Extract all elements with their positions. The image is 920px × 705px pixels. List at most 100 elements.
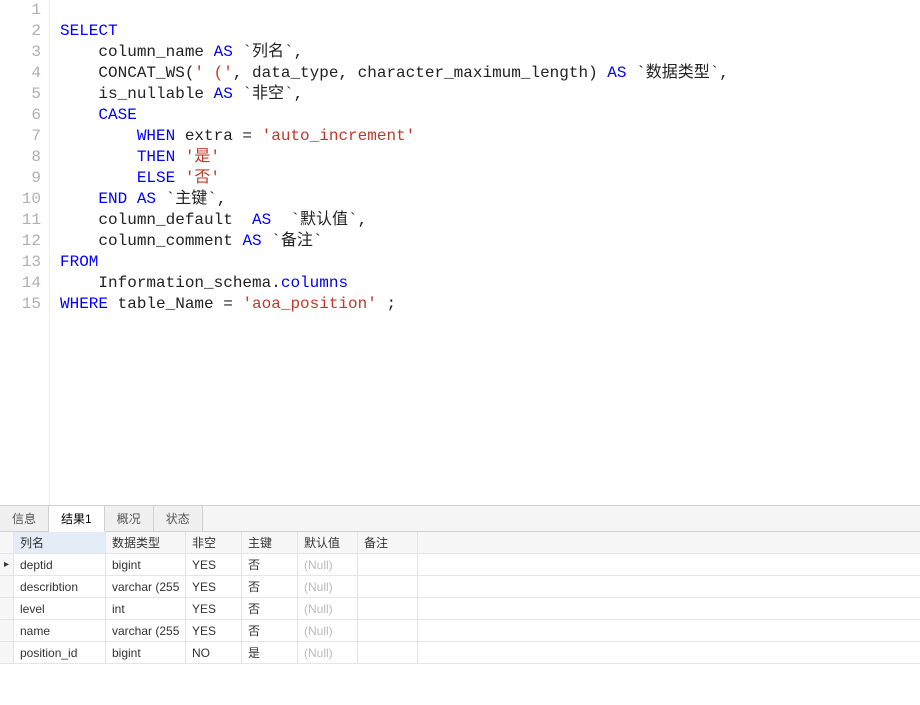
- grid-cell[interactable]: (Null): [298, 642, 358, 663]
- grid-header-row: 列名数据类型非空主键默认值备注: [0, 532, 920, 554]
- code-token: , data_type, character_maximum_length): [233, 64, 607, 82]
- grid-cell[interactable]: int: [106, 598, 186, 619]
- code-line[interactable]: END AS `主键`,: [60, 189, 920, 210]
- grid-cell[interactable]: 否: [242, 620, 298, 641]
- code-area[interactable]: SELECT column_name AS `列名`, CONCAT_WS(' …: [50, 0, 920, 315]
- code-line[interactable]: is_nullable AS `非空`,: [60, 84, 920, 105]
- grid-cell[interactable]: [358, 576, 418, 597]
- code-token: column_default: [60, 211, 252, 229]
- grid-cell[interactable]: [358, 554, 418, 575]
- results-tab[interactable]: 状态: [154, 505, 203, 531]
- code-line[interactable]: [60, 0, 920, 21]
- grid-cell[interactable]: (Null): [298, 554, 358, 575]
- code-token: AS: [242, 232, 261, 250]
- code-token: '是': [185, 148, 220, 166]
- grid-cell[interactable]: [358, 598, 418, 619]
- grid-header-cell[interactable]: 备注: [358, 532, 418, 553]
- code-line[interactable]: column_comment AS `备注`: [60, 231, 920, 252]
- row-marker: [0, 576, 14, 597]
- grid-cell[interactable]: describtion: [14, 576, 106, 597]
- code-token: 'auto_increment': [262, 127, 416, 145]
- line-number: 12: [0, 231, 49, 252]
- grid-cell[interactable]: varchar (255: [106, 576, 186, 597]
- code-token: table_Name =: [108, 295, 242, 313]
- grid-cell[interactable]: position_id: [14, 642, 106, 663]
- grid-cell[interactable]: 是: [242, 642, 298, 663]
- line-number: 15: [0, 294, 49, 315]
- grid-cell[interactable]: (Null): [298, 576, 358, 597]
- grid-cell[interactable]: varchar (255: [106, 620, 186, 641]
- grid-header-cell[interactable]: 非空: [186, 532, 242, 553]
- code-line[interactable]: CASE: [60, 105, 920, 126]
- grid-cell[interactable]: bigint: [106, 554, 186, 575]
- code-token: `非空`,: [233, 85, 303, 103]
- grid-cell[interactable]: (Null): [298, 620, 358, 641]
- code-line[interactable]: Information_schema.columns: [60, 273, 920, 294]
- code-token: columns: [281, 274, 348, 292]
- grid-cell[interactable]: level: [14, 598, 106, 619]
- grid-cell[interactable]: NO: [186, 642, 242, 663]
- code-token: [175, 169, 185, 187]
- grid-cell[interactable]: bigint: [106, 642, 186, 663]
- code-line[interactable]: SELECT: [60, 21, 920, 42]
- grid-header-cell[interactable]: 默认值: [298, 532, 358, 553]
- grid-cell[interactable]: [358, 642, 418, 663]
- code-token: AS: [214, 85, 233, 103]
- grid-header-cell[interactable]: 列名: [14, 532, 106, 553]
- code-token: ' (': [194, 64, 232, 82]
- grid-cell[interactable]: name: [14, 620, 106, 641]
- code-token: [60, 190, 98, 208]
- code-token: column_name: [60, 43, 214, 61]
- table-row[interactable]: namevarchar (255YES否(Null): [0, 620, 920, 642]
- code-token: [60, 127, 137, 145]
- code-token: CASE: [98, 106, 136, 124]
- grid-cell[interactable]: [358, 620, 418, 641]
- code-line[interactable]: CONCAT_WS(' (', data_type, character_max…: [60, 63, 920, 84]
- code-line[interactable]: WHEN extra = 'auto_increment': [60, 126, 920, 147]
- code-line[interactable]: FROM: [60, 252, 920, 273]
- grid-cell[interactable]: (Null): [298, 598, 358, 619]
- table-row[interactable]: describtionvarchar (255YES否(Null): [0, 576, 920, 598]
- grid-cell[interactable]: 否: [242, 598, 298, 619]
- code-token: `默认值`,: [271, 211, 367, 229]
- results-tab[interactable]: 概况: [105, 505, 154, 531]
- results-grid: 列名数据类型非空主键默认值备注 deptidbigintYES否(Null)de…: [0, 532, 920, 664]
- line-number: 4: [0, 63, 49, 84]
- table-row[interactable]: deptidbigintYES否(Null): [0, 554, 920, 576]
- code-token: [127, 190, 137, 208]
- grid-cell[interactable]: YES: [186, 554, 242, 575]
- results-panel: 信息结果1概况状态 列名数据类型非空主键默认值备注 deptidbigintYE…: [0, 505, 920, 664]
- results-tab[interactable]: 信息: [0, 505, 49, 531]
- grid-cell[interactable]: 否: [242, 554, 298, 575]
- table-row[interactable]: levelintYES否(Null): [0, 598, 920, 620]
- results-tab[interactable]: 结果1: [49, 505, 105, 532]
- sql-editor[interactable]: 123456789101112131415 SELECT column_name…: [0, 0, 920, 505]
- code-token: Information_schema.: [60, 274, 281, 292]
- code-line[interactable]: column_name AS `列名`,: [60, 42, 920, 63]
- line-number: 3: [0, 42, 49, 63]
- grid-header-cell[interactable]: 主键: [242, 532, 298, 553]
- code-token: ;: [377, 295, 396, 313]
- line-number: 10: [0, 189, 49, 210]
- code-line[interactable]: column_default AS `默认值`,: [60, 210, 920, 231]
- code-token: [175, 148, 185, 166]
- code-token: is_nullable: [60, 85, 214, 103]
- line-number: 13: [0, 252, 49, 273]
- grid-cell[interactable]: YES: [186, 620, 242, 641]
- line-number: 14: [0, 273, 49, 294]
- code-token: `数据类型`,: [627, 64, 729, 82]
- line-number: 2: [0, 21, 49, 42]
- row-marker-header: [0, 532, 14, 553]
- grid-header-cell[interactable]: 数据类型: [106, 532, 186, 553]
- grid-cell[interactable]: YES: [186, 576, 242, 597]
- grid-cell[interactable]: YES: [186, 598, 242, 619]
- table-row[interactable]: position_idbigintNO是(Null): [0, 642, 920, 664]
- code-line[interactable]: THEN '是': [60, 147, 920, 168]
- row-marker: [0, 554, 14, 575]
- grid-cell[interactable]: deptid: [14, 554, 106, 575]
- grid-cell[interactable]: 否: [242, 576, 298, 597]
- code-token: `备注`: [262, 232, 323, 250]
- code-line[interactable]: WHERE table_Name = 'aoa_position' ;: [60, 294, 920, 315]
- code-line[interactable]: ELSE '否': [60, 168, 920, 189]
- code-token: '否': [185, 169, 220, 187]
